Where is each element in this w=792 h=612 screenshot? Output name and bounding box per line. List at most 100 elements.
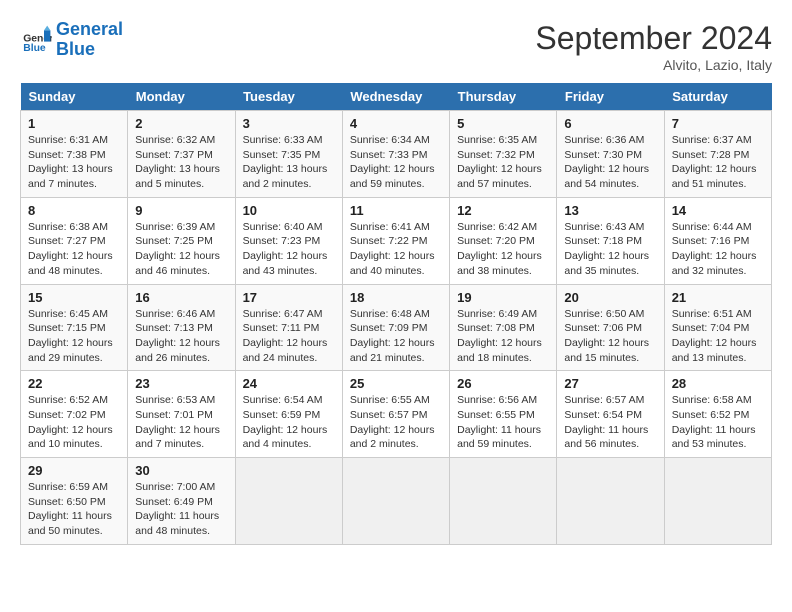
day-info: Sunrise: 6:59 AM Sunset: 6:50 PM Dayligh… bbox=[28, 480, 120, 539]
calendar-cell: 12Sunrise: 6:42 AM Sunset: 7:20 PM Dayli… bbox=[450, 197, 557, 284]
day-info: Sunrise: 6:44 AM Sunset: 7:16 PM Dayligh… bbox=[672, 220, 764, 279]
logo-text: GeneralBlue bbox=[56, 20, 123, 60]
calendar-cell: 18 Sunrise: 6:48 AM Sunset: 7:09 PM Dayli… bbox=[342, 284, 449, 371]
day-number: 24 bbox=[243, 376, 335, 391]
title-section: September 2024 Alvito, Lazio, Italy bbox=[535, 20, 772, 73]
day-info: Sunrise: 6:53 AM Sunset: 7:01 PM Dayligh… bbox=[135, 393, 227, 452]
calendar-cell: 7 Sunrise: 6:37 AM Sunset: 7:28 PM Daylig… bbox=[664, 111, 771, 198]
page-header: General Blue GeneralBlue September 2024 … bbox=[20, 20, 772, 73]
calendar-cell: 28 Sunrise: 6:58 AM Sunset: 6:52 PM Dayli… bbox=[664, 371, 771, 458]
calendar-cell: 2 Sunrise: 6:32 AM Sunset: 7:37 PM Daylig… bbox=[128, 111, 235, 198]
calendar-cell bbox=[342, 458, 449, 545]
day-number: 21 bbox=[672, 290, 764, 305]
weekday-header-thursday: Thursday bbox=[450, 83, 557, 111]
day-number: 14 bbox=[672, 203, 764, 218]
calendar-cell: 20 Sunrise: 6:50 AM Sunset: 7:06 PM Dayli… bbox=[557, 284, 664, 371]
day-number: 3 bbox=[243, 116, 335, 131]
day-info: Sunrise: 6:57 AM Sunset: 6:54 PM Dayligh… bbox=[564, 393, 656, 452]
day-number: 25 bbox=[350, 376, 442, 391]
calendar-table: SundayMondayTuesdayWednesdayThursdayFrid… bbox=[20, 83, 772, 545]
day-info: Sunrise: 6:31 AM Sunset: 7:38 PM Dayligh… bbox=[28, 133, 120, 192]
day-number: 19 bbox=[457, 290, 549, 305]
day-number: 17 bbox=[243, 290, 335, 305]
day-info: Sunrise: 6:46 AM Sunset: 7:13 PM Dayligh… bbox=[135, 307, 227, 366]
day-info: Sunrise: 6:51 AM Sunset: 7:04 PM Dayligh… bbox=[672, 307, 764, 366]
calendar-cell: 11Sunrise: 6:41 AM Sunset: 7:22 PM Dayli… bbox=[342, 197, 449, 284]
calendar-cell: 14 Sunrise: 6:44 AM Sunset: 7:16 PM Dayli… bbox=[664, 197, 771, 284]
day-number: 30 bbox=[135, 463, 227, 478]
day-number: 29 bbox=[28, 463, 120, 478]
calendar-cell: 3 Sunrise: 6:33 AM Sunset: 7:35 PM Daylig… bbox=[235, 111, 342, 198]
calendar-cell: 26 Sunrise: 6:56 AM Sunset: 6:55 PM Dayli… bbox=[450, 371, 557, 458]
calendar-cell: 19 Sunrise: 6:49 AM Sunset: 7:08 PM Dayli… bbox=[450, 284, 557, 371]
calendar-cell: 5 Sunrise: 6:35 AM Sunset: 7:32 PM Daylig… bbox=[450, 111, 557, 198]
day-number: 28 bbox=[672, 376, 764, 391]
calendar-cell: 15Sunrise: 6:45 AM Sunset: 7:15 PM Dayli… bbox=[21, 284, 128, 371]
calendar-cell: 24 Sunrise: 6:54 AM Sunset: 6:59 PM Dayli… bbox=[235, 371, 342, 458]
day-info: Sunrise: 6:35 AM Sunset: 7:32 PM Dayligh… bbox=[457, 133, 549, 192]
calendar-cell: 27 Sunrise: 6:57 AM Sunset: 6:54 PM Dayli… bbox=[557, 371, 664, 458]
day-info: Sunrise: 6:54 AM Sunset: 6:59 PM Dayligh… bbox=[243, 393, 335, 452]
weekday-header-sunday: Sunday bbox=[21, 83, 128, 111]
day-info: Sunrise: 7:00 AM Sunset: 6:49 PM Dayligh… bbox=[135, 480, 227, 539]
day-info: Sunrise: 6:55 AM Sunset: 6:57 PM Dayligh… bbox=[350, 393, 442, 452]
day-number: 23 bbox=[135, 376, 227, 391]
calendar-cell bbox=[664, 458, 771, 545]
day-info: Sunrise: 6:38 AM Sunset: 7:27 PM Dayligh… bbox=[28, 220, 120, 279]
day-number: 20 bbox=[564, 290, 656, 305]
day-number: 27 bbox=[564, 376, 656, 391]
day-info: Sunrise: 6:49 AM Sunset: 7:08 PM Dayligh… bbox=[457, 307, 549, 366]
calendar-cell: 16 Sunrise: 6:46 AM Sunset: 7:13 PM Dayli… bbox=[128, 284, 235, 371]
day-number: 10 bbox=[243, 203, 335, 218]
weekday-header-wednesday: Wednesday bbox=[342, 83, 449, 111]
day-info: Sunrise: 6:39 AM Sunset: 7:25 PM Dayligh… bbox=[135, 220, 227, 279]
day-number: 6 bbox=[564, 116, 656, 131]
day-info: Sunrise: 6:56 AM Sunset: 6:55 PM Dayligh… bbox=[457, 393, 549, 452]
calendar-cell: 10 Sunrise: 6:40 AM Sunset: 7:23 PM Dayli… bbox=[235, 197, 342, 284]
day-info: Sunrise: 6:58 AM Sunset: 6:52 PM Dayligh… bbox=[672, 393, 764, 452]
day-info: Sunrise: 6:52 AM Sunset: 7:02 PM Dayligh… bbox=[28, 393, 120, 452]
logo: General Blue GeneralBlue bbox=[20, 20, 123, 60]
day-number: 18 bbox=[350, 290, 442, 305]
month-title: September 2024 bbox=[535, 20, 772, 57]
calendar-cell bbox=[235, 458, 342, 545]
calendar-cell: 17 Sunrise: 6:47 AM Sunset: 7:11 PM Dayli… bbox=[235, 284, 342, 371]
calendar-cell: 6 Sunrise: 6:36 AM Sunset: 7:30 PM Daylig… bbox=[557, 111, 664, 198]
day-number: 1 bbox=[28, 116, 120, 131]
logo-icon: General Blue bbox=[20, 24, 52, 56]
day-number: 12 bbox=[457, 203, 549, 218]
day-number: 5 bbox=[457, 116, 549, 131]
location: Alvito, Lazio, Italy bbox=[535, 57, 772, 73]
calendar-cell: 25 Sunrise: 6:55 AM Sunset: 6:57 PM Dayli… bbox=[342, 371, 449, 458]
day-info: Sunrise: 6:48 AM Sunset: 7:09 PM Dayligh… bbox=[350, 307, 442, 366]
day-info: Sunrise: 6:33 AM Sunset: 7:35 PM Dayligh… bbox=[243, 133, 335, 192]
day-number: 13 bbox=[564, 203, 656, 218]
calendar-cell: 8Sunrise: 6:38 AM Sunset: 7:27 PM Daylig… bbox=[21, 197, 128, 284]
day-number: 2 bbox=[135, 116, 227, 131]
calendar-cell: 23 Sunrise: 6:53 AM Sunset: 7:01 PM Dayli… bbox=[128, 371, 235, 458]
weekday-header-tuesday: Tuesday bbox=[235, 83, 342, 111]
day-info: Sunrise: 6:34 AM Sunset: 7:33 PM Dayligh… bbox=[350, 133, 442, 192]
day-info: Sunrise: 6:50 AM Sunset: 7:06 PM Dayligh… bbox=[564, 307, 656, 366]
day-info: Sunrise: 6:47 AM Sunset: 7:11 PM Dayligh… bbox=[243, 307, 335, 366]
calendar-cell: 30 Sunrise: 7:00 AM Sunset: 6:49 PM Dayli… bbox=[128, 458, 235, 545]
day-number: 22 bbox=[28, 376, 120, 391]
calendar-cell: 29 Sunrise: 6:59 AM Sunset: 6:50 PM Dayli… bbox=[21, 458, 128, 545]
calendar-cell bbox=[450, 458, 557, 545]
day-number: 11 bbox=[350, 203, 442, 218]
day-info: Sunrise: 6:36 AM Sunset: 7:30 PM Dayligh… bbox=[564, 133, 656, 192]
day-info: Sunrise: 6:37 AM Sunset: 7:28 PM Dayligh… bbox=[672, 133, 764, 192]
day-number: 4 bbox=[350, 116, 442, 131]
calendar-cell: 22 Sunrise: 6:52 AM Sunset: 7:02 PM Dayli… bbox=[21, 371, 128, 458]
calendar-cell: 9Sunrise: 6:39 AM Sunset: 7:25 PM Daylig… bbox=[128, 197, 235, 284]
day-number: 26 bbox=[457, 376, 549, 391]
day-info: Sunrise: 6:40 AM Sunset: 7:23 PM Dayligh… bbox=[243, 220, 335, 279]
calendar-cell: 13 Sunrise: 6:43 AM Sunset: 7:18 PM Dayli… bbox=[557, 197, 664, 284]
day-info: Sunrise: 6:32 AM Sunset: 7:37 PM Dayligh… bbox=[135, 133, 227, 192]
svg-text:Blue: Blue bbox=[23, 43, 46, 54]
calendar-cell: 4 Sunrise: 6:34 AM Sunset: 7:33 PM Daylig… bbox=[342, 111, 449, 198]
day-info: Sunrise: 6:45 AM Sunset: 7:15 PM Dayligh… bbox=[28, 307, 120, 366]
day-number: 7 bbox=[672, 116, 764, 131]
day-info: Sunrise: 6:43 AM Sunset: 7:18 PM Dayligh… bbox=[564, 220, 656, 279]
day-number: 16 bbox=[135, 290, 227, 305]
